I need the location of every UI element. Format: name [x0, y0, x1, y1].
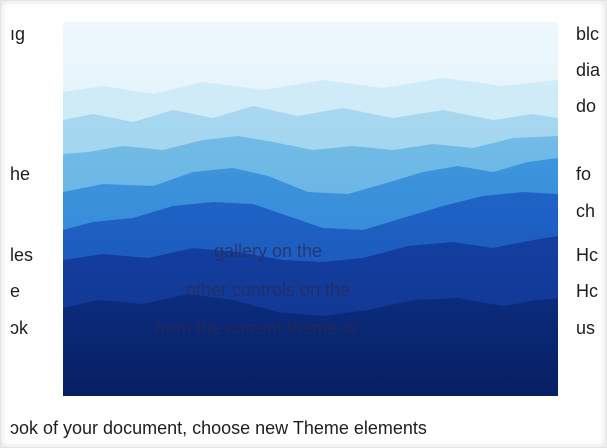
- mountain-landscape-image[interactable]: [63, 22, 558, 396]
- right-text-line-2: dia: [576, 60, 601, 80]
- bottom-text-line: ɔok of your document, choose new Theme e…: [10, 418, 427, 438]
- left-text-line-1: ıg: [10, 24, 26, 44]
- right-text-line-8: us: [576, 318, 596, 338]
- left-text-line-2: he: [10, 164, 31, 184]
- overlay-text-line-1: gallery on the: [214, 241, 323, 261]
- left-text-line-3: les: [10, 245, 34, 265]
- overlay-text-line-2: other controls on the: [186, 280, 351, 300]
- mountain-landscape-icon: [63, 22, 558, 396]
- left-text-line-4: e: [10, 281, 21, 301]
- right-text-line-1: blc: [576, 24, 600, 44]
- right-text-line-6: Hc: [576, 245, 598, 265]
- right-text-line-3: do: [576, 96, 597, 116]
- left-text-line-5: ɔk: [10, 318, 28, 338]
- right-text-line-7: Hc: [576, 281, 598, 301]
- overlay-text-line-3: from the current theme or: [155, 318, 359, 338]
- document-page: ıg he les e ɔk blc dia do fo ch Hc Hc us: [0, 0, 607, 448]
- right-text-line-5: ch: [576, 201, 596, 221]
- right-text-line-4: fo: [576, 164, 592, 184]
